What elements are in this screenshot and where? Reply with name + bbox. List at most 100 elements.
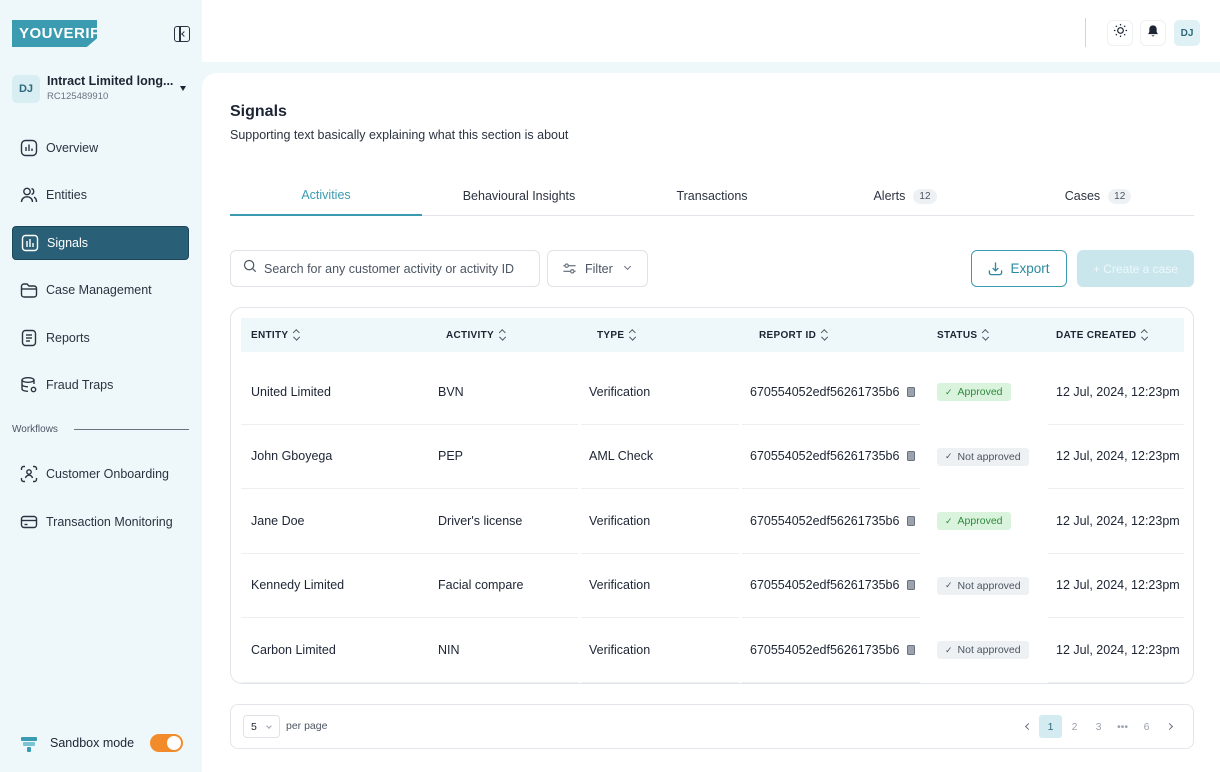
cell-entity: John Gboyega [241, 425, 431, 489]
copy-icon[interactable] [907, 644, 916, 655]
cell-date-created: 12 Jul, 2024, 12:23pm [1048, 489, 1184, 554]
copy-icon[interactable] [907, 580, 916, 591]
sidebar-item-case-management[interactable]: Case Management [12, 273, 189, 307]
cell-report-id: 670554052edf56261735b6 [742, 554, 920, 618]
page-subtitle: Supporting text basically explaining wha… [230, 128, 569, 142]
sidebar-item-signals[interactable]: Signals [12, 226, 189, 260]
table-row[interactable]: Jane Doe Driver's license Verification 6705… [241, 489, 1184, 554]
cell-report-id: 670554052edf56261735b6 [742, 618, 920, 683]
copy-icon[interactable] [907, 451, 916, 462]
youverify-logo[interactable]: YOUVERIFY [12, 20, 97, 47]
sidebar-item-overview[interactable]: Overview [12, 131, 189, 165]
sandbox-mode-label: Sandbox mode [50, 736, 135, 750]
check-icon: ✓ [945, 580, 953, 591]
page-3-button[interactable]: 3 [1087, 715, 1110, 738]
column-header-status[interactable]: STATUS [937, 318, 989, 352]
sidebar-item-label: Transaction Monitoring [46, 515, 173, 529]
workflows-section-label: Workflows [12, 424, 58, 435]
tab-activities[interactable]: Activities [230, 176, 422, 216]
sidebar-item-reports[interactable]: Reports [12, 321, 189, 355]
page-1-button[interactable]: 1 [1039, 715, 1062, 738]
sort-icon [500, 330, 506, 340]
filter-button[interactable]: Filter [547, 250, 648, 287]
per-page-label: per page [286, 720, 328, 732]
column-header-date-created[interactable]: DATE CREATED [1056, 318, 1148, 352]
tab-behavioural-insights[interactable]: Behavioural Insights [423, 176, 615, 216]
top-header: DJ [202, 0, 1220, 62]
column-header-type[interactable]: TYPE [597, 318, 636, 352]
org-avatar: DJ [12, 75, 40, 103]
column-header-activity[interactable]: ACTIVITY [446, 318, 506, 352]
cell-date-created: 12 Jul, 2024, 12:23pm [1048, 360, 1184, 425]
pagination-bar: 5 per page 1 2 3 ••• 6 [230, 704, 1194, 749]
tab-transactions[interactable]: Transactions [616, 176, 808, 216]
table-row[interactable]: United Limited BVN Verification 670554052ed… [241, 360, 1184, 425]
cell-entity: Kennedy Limited [241, 554, 431, 618]
signal-bars-icon [21, 234, 39, 252]
next-page-button[interactable] [1159, 715, 1182, 738]
tab-label: Activities [301, 188, 351, 202]
export-button[interactable]: Export [971, 250, 1067, 287]
cell-date-created: 12 Jul, 2024, 12:23pm [1048, 554, 1184, 618]
sidebar-item-label: Fraud Traps [46, 378, 114, 392]
cell-activity: Driver's license [430, 489, 578, 554]
cell-status: ✓ Not approved [929, 554, 1037, 619]
cell-status: ✓ Not approved [929, 618, 1037, 683]
check-icon: ✓ [945, 515, 953, 526]
filter-label: Filter [585, 261, 613, 276]
database-gear-icon [20, 376, 38, 394]
page-6-button[interactable]: 6 [1135, 715, 1158, 738]
sidebar-item-transaction-monitoring[interactable]: Transaction Monitoring [12, 505, 189, 539]
sidebar: YOUVERIFY DJ Intract Limited long... RC1… [0, 0, 202, 772]
copy-icon[interactable] [907, 515, 916, 526]
count-badge: 12 [1108, 188, 1132, 204]
per-page-select[interactable]: 5 [243, 715, 280, 738]
table-row[interactable]: Carbon Limited NIN Verification 670554052ed… [241, 618, 1184, 683]
sidebar-item-customer-onboarding[interactable]: Customer Onboarding [12, 457, 189, 491]
sort-icon [1142, 330, 1148, 340]
check-icon: ✓ [945, 451, 953, 462]
column-header-report-id[interactable]: REPORT ID [759, 318, 828, 352]
cell-entity: Jane Doe [241, 489, 431, 554]
tab-bar: Activities Behavioural Insights Transact… [230, 176, 1194, 216]
sidebar-item-entities[interactable]: Entities [12, 178, 189, 212]
tab-cases[interactable]: Cases 12 [1002, 176, 1194, 216]
search-box[interactable] [230, 250, 540, 287]
org-switcher[interactable]: DJ Intract Limited long... RC125489910 [12, 74, 192, 104]
cell-report-id: 670554052edf56261735b6 [742, 360, 920, 425]
collapse-sidebar-icon[interactable] [174, 26, 190, 42]
tab-alerts[interactable]: Alerts 12 [809, 176, 1001, 216]
column-header-entity[interactable]: ENTITY [251, 318, 300, 352]
card-icon [20, 513, 38, 531]
sidebar-item-fraud-traps[interactable]: Fraud Traps [12, 368, 189, 402]
table-row[interactable]: Kennedy Limited Facial compare Verificatio… [241, 554, 1184, 619]
table-row[interactable]: John Gboyega PEP AML Check 670554052edf5626… [241, 425, 1184, 489]
cell-date-created: 12 Jul, 2024, 12:23pm [1048, 618, 1184, 683]
cell-report-id: 670554052edf56261735b6 [742, 425, 920, 489]
cell-entity: United Limited [241, 360, 431, 425]
search-input[interactable] [264, 261, 534, 276]
sort-icon [630, 330, 636, 340]
notifications-button[interactable] [1140, 20, 1166, 46]
sidebar-item-label: Overview [46, 141, 99, 155]
prev-page-button[interactable] [1015, 715, 1038, 738]
org-name: Intract Limited long... [47, 74, 174, 88]
users-icon [20, 186, 38, 204]
export-label: Export [1010, 261, 1050, 276]
copy-icon[interactable] [907, 386, 916, 397]
chevron-down-icon [623, 262, 631, 271]
sidebar-item-label: Customer Onboarding [46, 467, 169, 481]
theme-toggle-button[interactable] [1107, 20, 1133, 46]
chevron-left-icon [1024, 722, 1032, 731]
sort-icon [822, 330, 828, 340]
cell-type: Verification [581, 360, 739, 425]
cell-type: Verification [581, 489, 739, 554]
divider [74, 429, 189, 430]
create-case-button[interactable]: + Create a case [1077, 250, 1194, 287]
status-badge: ✓ Not approved [937, 447, 1029, 466]
cell-type: Verification [581, 618, 739, 683]
org-rc-number: RC125489910 [47, 91, 109, 102]
user-avatar[interactable]: DJ [1174, 20, 1200, 46]
page-2-button[interactable]: 2 [1063, 715, 1086, 738]
sandbox-mode-toggle[interactable] [150, 734, 183, 752]
